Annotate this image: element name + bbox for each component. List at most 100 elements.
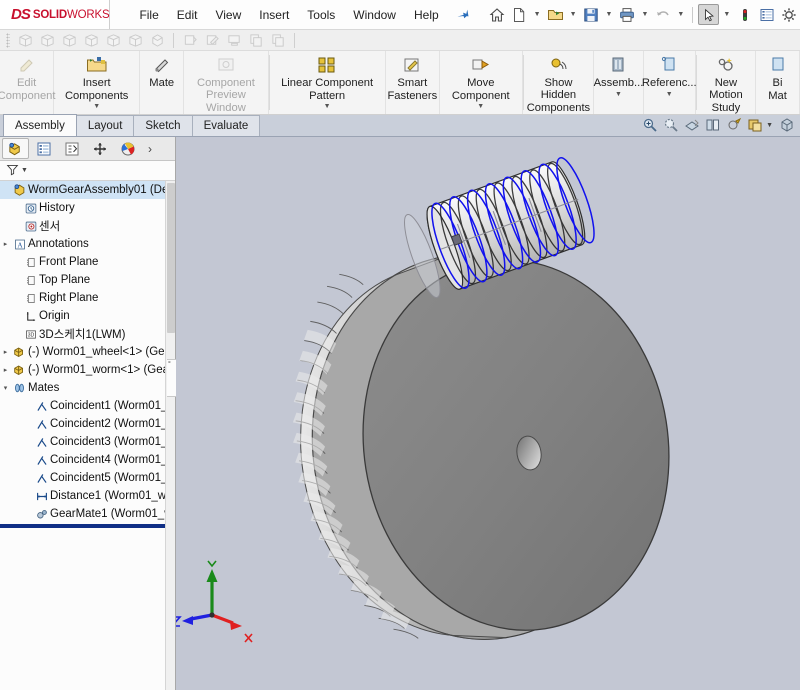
view-orientation-3-icon[interactable] [59, 31, 79, 49]
zoom-to-area-icon[interactable] [661, 116, 680, 134]
pushpin-icon[interactable] [452, 4, 472, 25]
view-orientation-6-icon[interactable] [125, 31, 145, 49]
display-style-icon[interactable] [224, 31, 244, 49]
tree-item-coincident2[interactable]: Coincident2 (Worm01_w [0, 415, 175, 433]
chevron-down-icon[interactable]: ▼ [21, 167, 28, 174]
hide-show-items-icon[interactable] [745, 116, 764, 134]
view-orientation-4-icon[interactable] [81, 31, 101, 49]
display-manager-tab[interactable] [114, 138, 141, 159]
tree-item-coincident4[interactable]: Coincident4 (Worm01_w [0, 451, 175, 469]
chevron-down-icon[interactable]: ▼ [93, 103, 100, 110]
view-orientation-5-icon[interactable] [103, 31, 123, 49]
ribbon-assembly-features[interactable]: Assemb... ▼ [594, 51, 644, 114]
tree-item-assembly-root[interactable]: WormGearAssembly01 (Defaul [0, 181, 175, 199]
scrollbar-thumb[interactable] [167, 183, 175, 333]
ribbon-insert-components[interactable]: Insert Components ▼ [54, 51, 141, 114]
ribbon-show-hidden-components[interactable]: Show Hidden Components [523, 51, 595, 114]
section-view-icon[interactable] [180, 31, 200, 49]
ribbon-new-motion-study[interactable]: New Motion Study [697, 51, 757, 114]
tab-sketch[interactable]: Sketch [133, 115, 193, 136]
paste-icon[interactable] [268, 31, 288, 49]
feature-tree-tab[interactable] [2, 138, 29, 159]
rollback-bar[interactable] [0, 524, 175, 528]
tree-expander[interactable]: ▸ [0, 348, 11, 356]
chevron-down-icon[interactable]: ▼ [666, 91, 673, 98]
view-orientation-2-icon[interactable] [37, 31, 57, 49]
tab-layout[interactable]: Layout [75, 115, 135, 136]
undo-icon[interactable] [652, 4, 673, 25]
tree-item-coincident1[interactable]: Coincident1 (Worm01_w [0, 397, 175, 415]
tree-item-sensors[interactable]: 센서 [0, 217, 175, 235]
menu-insert[interactable]: Insert [250, 4, 298, 26]
filter-funnel-icon[interactable] [6, 163, 19, 179]
menu-file[interactable]: File [130, 4, 167, 26]
tree-item-right-plane[interactable]: Right Plane [0, 289, 175, 307]
menu-view[interactable]: View [206, 4, 250, 26]
chevron-down-icon[interactable]: ▼ [720, 11, 733, 18]
section-view-icon[interactable] [682, 116, 701, 134]
worm-gear-assembly-model[interactable] [176, 137, 800, 682]
open-folder-icon[interactable] [545, 4, 566, 25]
tree-item-mates-folder[interactable]: ▾ Mates [0, 379, 175, 397]
tree-item-coincident3[interactable]: Coincident3 (Worm01_w [0, 433, 175, 451]
chevron-down-icon[interactable]: ▼ [615, 91, 622, 98]
display-style-icon[interactable] [724, 116, 743, 134]
property-manager-tab[interactable] [30, 138, 57, 159]
more-tabs-chevron-icon[interactable]: › [148, 142, 152, 156]
menu-help[interactable]: Help [405, 4, 448, 26]
ribbon-edit-component[interactable]: Edit Component [0, 51, 56, 114]
tree-item-history[interactable]: History [0, 199, 175, 217]
options-list-icon[interactable] [756, 4, 777, 25]
edit-sketch-icon[interactable] [202, 31, 222, 49]
chevron-down-icon[interactable]: ▼ [766, 122, 775, 129]
solidworks-logo[interactable]: DS SOLIDWORKS [0, 0, 111, 29]
chevron-down-icon[interactable]: ▼ [567, 11, 580, 18]
chevron-down-icon[interactable]: ▼ [674, 11, 687, 18]
isometric-view-icon[interactable] [147, 31, 167, 49]
tab-evaluate[interactable]: Evaluate [191, 115, 261, 136]
tree-item-distance1[interactable]: Distance1 (Worm01_whe [0, 487, 175, 505]
menu-window[interactable]: Window [344, 4, 405, 26]
feature-tree[interactable]: WormGearAssembly01 (Defaul History 센서 ▸ … [0, 181, 175, 690]
tree-item-top-plane[interactable]: Top Plane [0, 271, 175, 289]
tree-item-coincident5[interactable]: Coincident5 (Worm01_w [0, 469, 175, 487]
graphics-viewport[interactable] [176, 137, 800, 690]
tree-expander[interactable]: ▸ [0, 240, 11, 248]
tree-item-annotations[interactable]: ▸ A Annotations [0, 235, 175, 253]
tree-item-worm01-wheel[interactable]: ▸ (-) Worm01_wheel<1> (Gea [0, 343, 175, 361]
ribbon-move-component[interactable]: Move Component ▼ [440, 51, 523, 114]
home-icon[interactable] [487, 4, 508, 25]
select-cursor-icon[interactable] [698, 4, 720, 25]
menu-tools[interactable]: Tools [298, 4, 344, 26]
ribbon-mate[interactable]: Mate [140, 51, 185, 114]
tree-item-front-plane[interactable]: Front Plane [0, 253, 175, 271]
tree-expander[interactable]: ▸ [0, 366, 11, 374]
tree-item-3d-sketch[interactable]: 3D 3D스케치1(LWM) [0, 325, 175, 343]
feature-tree-scrollbar[interactable] [165, 181, 175, 690]
zoom-to-fit-icon[interactable] [640, 116, 659, 134]
chevron-down-icon[interactable]: ▼ [531, 11, 544, 18]
chevron-down-icon[interactable]: ▼ [603, 11, 616, 18]
view-orientation-1-icon[interactable] [15, 31, 35, 49]
print-icon[interactable] [616, 4, 637, 25]
ribbon-belt-chain[interactable]: Bi Mat [756, 51, 800, 114]
new-document-icon[interactable] [509, 4, 530, 25]
feature-tree-filter[interactable]: ▼ [0, 161, 175, 181]
tree-item-worm01-worm[interactable]: ▸ (-) Worm01_worm<1> (Gea [0, 361, 175, 379]
rebuild-icon[interactable] [734, 4, 755, 25]
ribbon-smart-fasteners[interactable]: Smart Fasteners [386, 51, 440, 114]
tree-expander[interactable]: ▾ [0, 384, 11, 392]
configuration-manager-tab[interactable] [58, 138, 85, 159]
chevron-down-icon[interactable]: ▼ [324, 103, 331, 110]
ribbon-linear-component-pattern[interactable]: Linear Component Pattern ▼ [269, 51, 386, 114]
tab-assembly[interactable]: Assembly [3, 114, 77, 136]
tree-item-gearmate1[interactable]: GearMate1 (Worm01_wh [0, 505, 175, 523]
chevron-down-icon[interactable]: ▼ [477, 103, 484, 110]
dimxpert-manager-tab[interactable] [86, 138, 113, 159]
menu-edit[interactable]: Edit [168, 4, 207, 26]
view-orientation-icon[interactable] [703, 116, 722, 134]
tree-item-origin[interactable]: Origin [0, 307, 175, 325]
settings-gear-icon[interactable] [778, 4, 799, 25]
apply-scene-icon[interactable] [777, 116, 796, 134]
ribbon-reference-geometry[interactable]: Referenc... ▼ [642, 51, 697, 114]
